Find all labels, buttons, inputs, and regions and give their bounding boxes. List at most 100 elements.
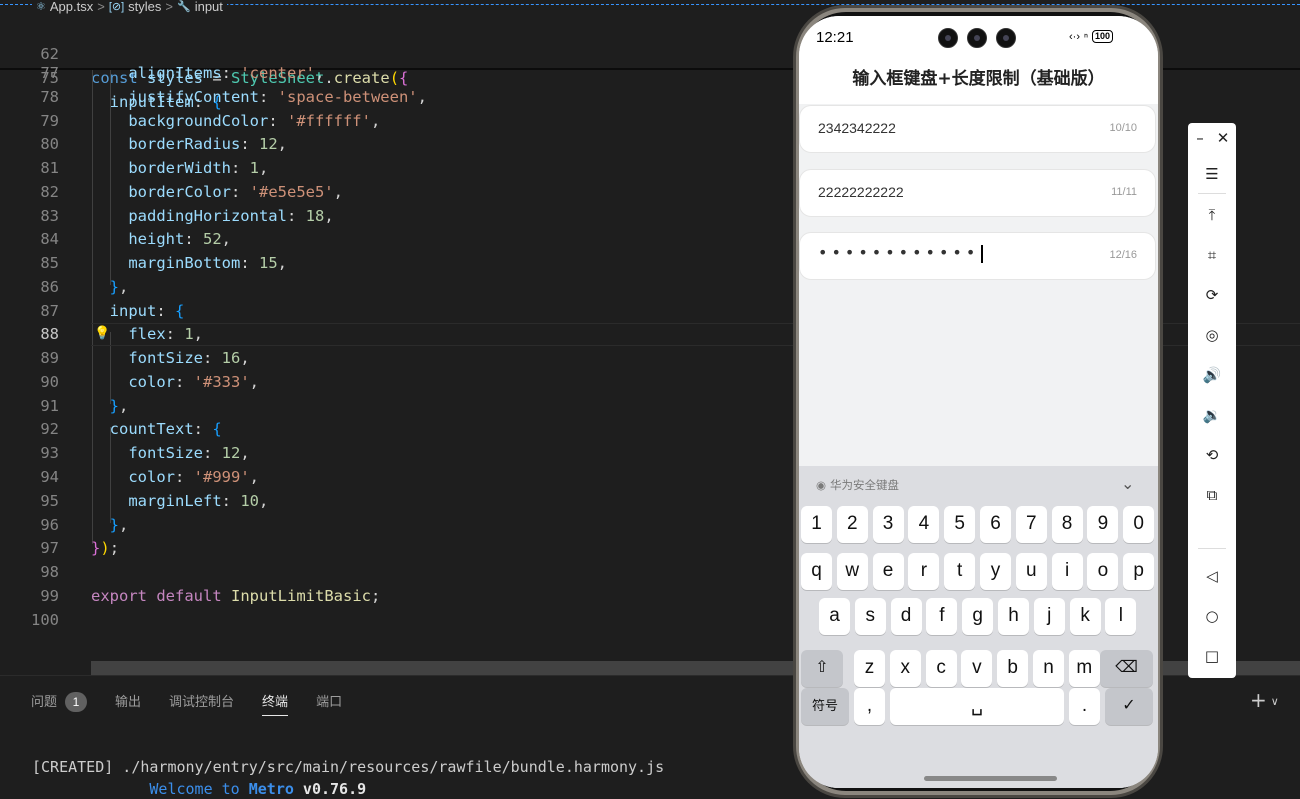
key-n[interactable]: n xyxy=(1033,650,1064,687)
symbols-key[interactable]: 符号 xyxy=(801,688,849,725)
lightbulb-icon[interactable]: 💡 xyxy=(94,326,110,341)
key-b[interactable]: b xyxy=(997,650,1029,687)
breadcrumb-symbol-input[interactable]: input xyxy=(195,0,223,14)
home-icon[interactable]: ○ xyxy=(1188,607,1236,625)
key-label: q xyxy=(811,560,822,581)
line-number: 95 xyxy=(40,492,59,510)
tab-problems[interactable]: 问题 1 xyxy=(31,690,88,714)
key-label: h xyxy=(1008,605,1019,626)
key-label: v xyxy=(972,657,982,678)
key-8[interactable]: 8 xyxy=(1051,506,1083,543)
key-x[interactable]: x xyxy=(889,650,921,687)
key-1[interactable]: 1 xyxy=(801,506,832,543)
key-7[interactable]: 7 xyxy=(1015,506,1047,543)
phone-screen[interactable]: 12:21 ‹·› ⁿ 100 输入框键盘+长度限制（基础版） 23423422… xyxy=(799,16,1158,788)
key-d[interactable]: d xyxy=(890,598,922,635)
key-label: i xyxy=(1064,560,1070,581)
line-number: 88 xyxy=(40,325,59,343)
key-g[interactable]: g xyxy=(962,598,994,635)
pin-top-icon[interactable]: ⤒ xyxy=(1188,206,1236,224)
period-key[interactable]: . xyxy=(1069,688,1100,725)
multi-device-icon[interactable]: ⧉ xyxy=(1188,486,1236,504)
rotate-device-icon[interactable]: ⟲ xyxy=(1188,446,1236,464)
input-value: 2342342222 xyxy=(818,120,896,136)
recents-icon[interactable]: □ xyxy=(1188,647,1236,665)
line-number: 87 xyxy=(40,302,59,320)
key-p[interactable]: p xyxy=(1123,553,1155,590)
code-line: height: 52, xyxy=(128,230,232,248)
key-o[interactable]: o xyxy=(1087,553,1119,590)
space-key[interactable]: ␣ xyxy=(890,688,1064,725)
terminal-version: v0.76.9 xyxy=(293,780,367,798)
terminal-output[interactable]: [CREATED] ./harmony/entry/src/main/resou… xyxy=(32,756,664,799)
key-label: c xyxy=(936,657,946,678)
rotate-icon[interactable]: ⟳ xyxy=(1188,286,1236,304)
tab-label: 终端 xyxy=(262,694,289,709)
key-label: w xyxy=(845,560,860,581)
key-q[interactable]: q xyxy=(801,553,832,590)
home-indicator[interactable] xyxy=(924,776,1057,781)
key-6[interactable]: 6 xyxy=(980,506,1011,543)
line-number: 98 xyxy=(40,563,59,581)
key-3[interactable]: 3 xyxy=(872,506,904,543)
key-f[interactable]: f xyxy=(926,598,958,635)
key-u[interactable]: u xyxy=(1015,553,1047,590)
key-k[interactable]: k xyxy=(1069,598,1101,635)
key-s[interactable]: s xyxy=(854,598,886,635)
code-line: export default InputLimitBasic; xyxy=(91,587,381,605)
shift-key[interactable]: ⇧ xyxy=(801,650,843,687)
key-a[interactable]: a xyxy=(819,598,850,635)
key-z[interactable]: z xyxy=(854,650,885,687)
tab-debug-console[interactable]: 调试控制台 xyxy=(169,690,234,714)
chevron-down-icon[interactable]: ⌄ xyxy=(1121,474,1134,493)
backspace-key[interactable]: ⌫ xyxy=(1100,650,1153,687)
wrench-icon: 🔧 xyxy=(177,1,191,13)
key-m[interactable]: m xyxy=(1068,650,1100,687)
key-h[interactable]: h xyxy=(998,598,1029,635)
input-field-1[interactable]: 2342342222 10/10 xyxy=(799,105,1156,153)
key-label: 5 xyxy=(954,513,965,534)
tab-terminal[interactable]: 终端 xyxy=(262,690,289,716)
code-line: borderWidth: 1, xyxy=(128,159,269,177)
menu-icon[interactable]: ☰ xyxy=(1188,165,1236,183)
enter-key[interactable]: ✓ xyxy=(1105,688,1153,725)
keyboard-header: ◉ 华为安全键盘 ⌄ xyxy=(799,466,1158,504)
volume-up-icon[interactable]: 🔊 xyxy=(1188,366,1236,384)
key-0[interactable]: 0 xyxy=(1123,506,1155,543)
volume-down-icon[interactable]: 🔉 xyxy=(1188,406,1236,424)
key-9[interactable]: 9 xyxy=(1087,506,1119,543)
breadcrumb-file[interactable]: App.tsx xyxy=(50,0,93,14)
comma-key[interactable]: , xyxy=(854,688,885,725)
tab-ports[interactable]: 端口 xyxy=(316,690,342,714)
code-line: marginBottom: 15, xyxy=(128,254,287,272)
screenshot-crop-icon[interactable]: ⌗ xyxy=(1188,246,1236,264)
close-icon[interactable]: ✕ xyxy=(1199,129,1247,147)
key-c[interactable]: c xyxy=(925,650,957,687)
plus-icon[interactable]: + xyxy=(1250,688,1267,712)
key-i[interactable]: i xyxy=(1051,553,1083,590)
key-2[interactable]: 2 xyxy=(836,506,868,543)
chevron-down-icon[interactable]: ∨ xyxy=(1271,695,1279,708)
back-icon[interactable]: ◁ xyxy=(1188,567,1236,585)
key-j[interactable]: j xyxy=(1033,598,1065,635)
tab-output[interactable]: 输出 xyxy=(115,690,141,714)
key-y[interactable]: y xyxy=(980,553,1011,590)
input-field-2[interactable]: 22222222222 11/11 xyxy=(799,169,1156,217)
key-l[interactable]: l xyxy=(1105,598,1137,635)
key-e[interactable]: e xyxy=(872,553,904,590)
tab-label: 输出 xyxy=(115,694,142,709)
password-value: •••••••••••• xyxy=(818,243,984,263)
space-icon: ␣ xyxy=(970,695,984,716)
key-v[interactable]: v xyxy=(961,650,993,687)
key-w[interactable]: w xyxy=(836,553,868,590)
record-icon[interactable]: ◎ xyxy=(1188,326,1236,344)
new-terminal-button[interactable]: + ∨ xyxy=(1250,688,1279,712)
key-5[interactable]: 5 xyxy=(944,506,976,543)
password-field[interactable]: •••••••••••• 12/16 xyxy=(799,232,1156,280)
key-4[interactable]: 4 xyxy=(908,506,940,543)
key-label: 0 xyxy=(1133,513,1144,534)
breadcrumb-symbol-styles[interactable]: styles xyxy=(128,0,161,14)
key-label: 1 xyxy=(811,513,822,534)
key-t[interactable]: t xyxy=(944,553,976,590)
key-r[interactable]: r xyxy=(908,553,940,590)
